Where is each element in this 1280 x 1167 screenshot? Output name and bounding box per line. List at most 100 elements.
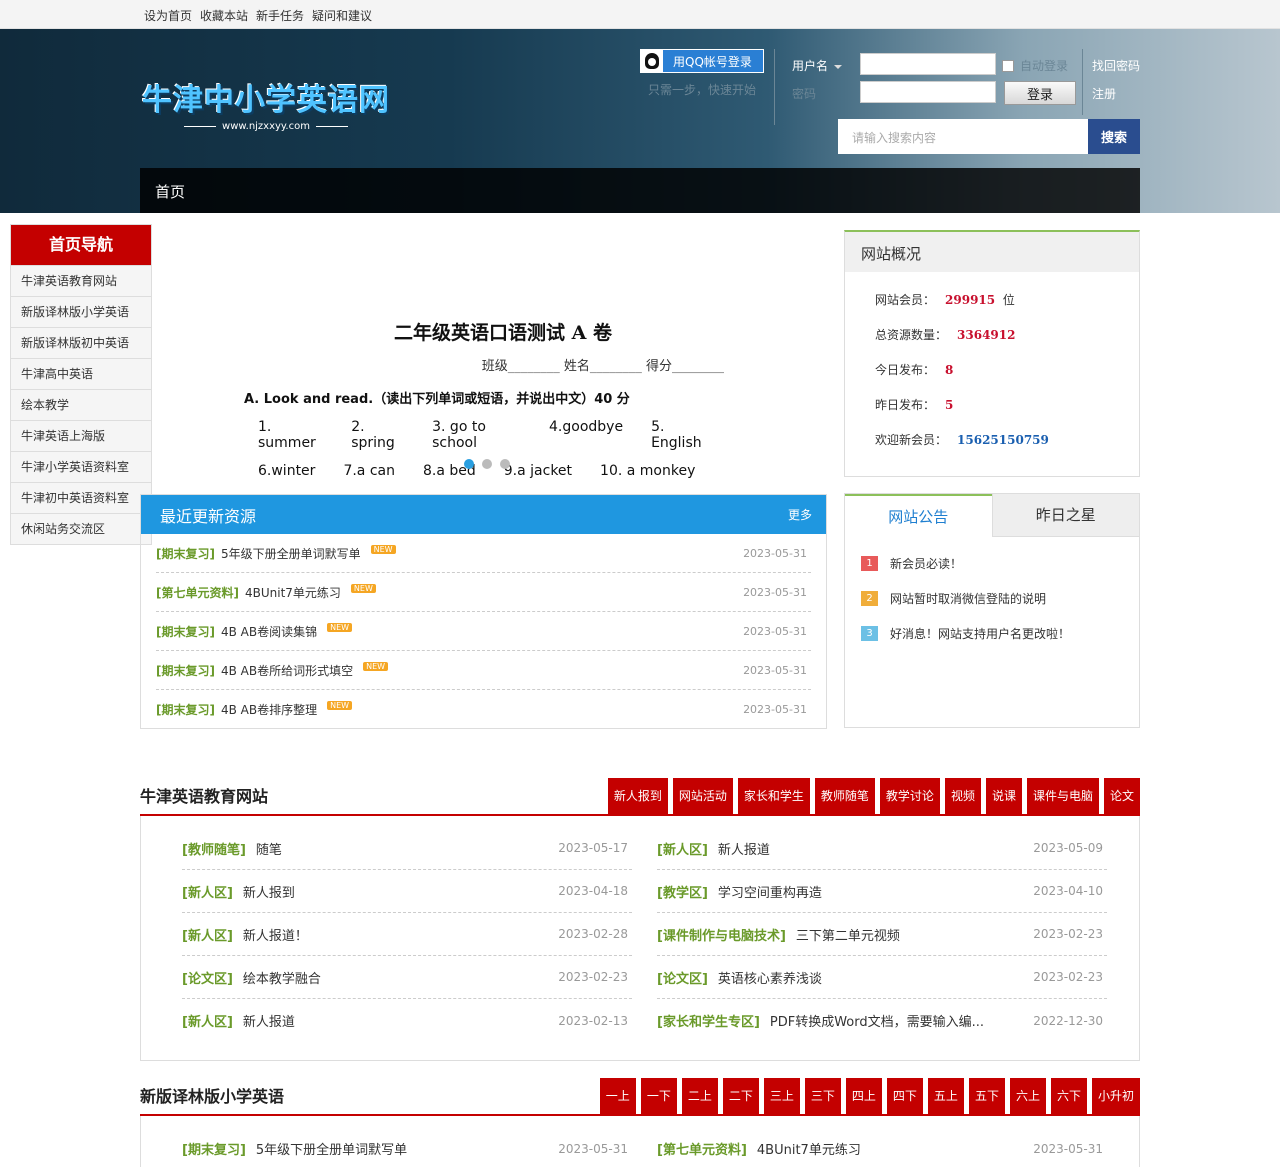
list-item[interactable]: [第七单元资料] 4BUnit7单元练习 2023-05-31 bbox=[657, 1127, 1107, 1167]
slider-dot[interactable] bbox=[482, 459, 492, 469]
section-tab[interactable]: 网站活动 bbox=[672, 778, 733, 814]
list-item[interactable]: [期末复习] 5年级下册全册单词默写单 2023-05-31 bbox=[182, 1127, 632, 1167]
list-item[interactable]: [教师随笔] 随笔 2023-05-17 bbox=[182, 827, 632, 870]
sidebar-item[interactable]: 休闲站务交流区 bbox=[11, 513, 151, 544]
section-tab[interactable]: 说课 bbox=[985, 778, 1022, 814]
set-homepage-link[interactable]: 设为首页 bbox=[144, 7, 192, 24]
site-logo[interactable]: 牛津中小学英语网 www.njzxxyy.com bbox=[142, 75, 390, 132]
section-tab[interactable]: 四上 bbox=[845, 1078, 882, 1114]
slider-dot[interactable] bbox=[464, 459, 474, 469]
divider bbox=[774, 49, 775, 125]
list-item[interactable]: [教学区] 学习空间重构再造 2023-04-10 bbox=[657, 870, 1107, 913]
stat-item: 欢迎新会员： 15625150759 bbox=[875, 433, 1049, 447]
section-tab[interactable]: 五上 bbox=[927, 1078, 964, 1114]
search-bar: 请输入搜索内容 搜索 bbox=[838, 119, 1140, 154]
sidebar-item[interactable]: 新版译林版初中英语 bbox=[11, 327, 151, 358]
section-tab[interactable]: 家长和学生 bbox=[737, 778, 810, 814]
section-tab[interactable]: 二下 bbox=[722, 1078, 759, 1114]
new-badge: NEW bbox=[327, 622, 353, 632]
sidebar-item[interactable]: 绘本教学 bbox=[11, 389, 151, 420]
slide-row: 1. summer 2. spring 3. go to school 4.goodb… bbox=[258, 419, 702, 451]
login-button[interactable]: 登录 bbox=[1004, 81, 1076, 105]
section-tab[interactable]: 论文 bbox=[1103, 778, 1140, 814]
stats-title: 网站概况 bbox=[845, 232, 1139, 272]
search-input[interactable]: 请输入搜索内容 bbox=[838, 119, 1088, 154]
stat-item: 网站会员： 299915 位 bbox=[875, 293, 1015, 307]
slide-fields: 班级________ 姓名________ 得分________ bbox=[481, 359, 724, 374]
section-tab[interactable]: 一下 bbox=[640, 1078, 677, 1114]
tab-notice[interactable]: 网站公告 bbox=[845, 494, 992, 537]
list-item[interactable]: [家长和学生专区] PDF转换成Word文档，需要输入编... 2022-12-30 bbox=[657, 999, 1107, 1042]
password-input[interactable] bbox=[860, 81, 996, 103]
list-item[interactable]: [第七单元资料] 4BUnit7单元练习 NEW 2023-05-31 bbox=[156, 573, 811, 612]
newest-member-link[interactable]: 15625150759 bbox=[957, 433, 1049, 447]
recent-title: 最近更新资源 bbox=[160, 506, 257, 526]
section-tab[interactable]: 一上 bbox=[599, 1078, 636, 1114]
section-tab[interactable]: 课件与电脑 bbox=[1026, 778, 1099, 814]
section-tab[interactable]: 六上 bbox=[1009, 1078, 1046, 1114]
auto-login-option[interactable]: 自动登录 bbox=[1002, 57, 1068, 74]
section-tab[interactable]: 三下 bbox=[804, 1078, 841, 1114]
site-stats-panel: 网站概况 网站会员： 299915 位 总资源数量： 3364912 今日发布： 8 … bbox=[844, 230, 1140, 477]
section-tab[interactable]: 五下 bbox=[968, 1078, 1005, 1114]
stat-item: 今日发布： 8 bbox=[875, 363, 954, 377]
qq-icon bbox=[641, 50, 663, 72]
sidebar-item[interactable]: 牛津高中英语 bbox=[11, 358, 151, 389]
list-item[interactable]: [新人区] 新人报到 2023-04-18 bbox=[182, 870, 632, 913]
sidebar-item[interactable]: 牛津英语教育网站 bbox=[11, 265, 151, 296]
list-item[interactable]: [论文区] 绘本教学融合 2023-02-23 bbox=[182, 956, 632, 999]
slider-dot[interactable] bbox=[500, 459, 510, 469]
bookmark-link[interactable]: 收藏本站 bbox=[200, 7, 248, 24]
list-item[interactable]: [期末复习] 4B AB卷排序整理 NEW 2023-05-31 bbox=[156, 690, 811, 729]
notice-item[interactable]: 3 好消息！网站支持用户名更改啦！ bbox=[845, 616, 1139, 651]
sidebar-item[interactable]: 牛津小学英语资料室 bbox=[11, 451, 151, 482]
register-link[interactable]: 注册 bbox=[1092, 85, 1116, 102]
notice-item[interactable]: 1 新会员必读！ bbox=[845, 546, 1139, 581]
username-input[interactable] bbox=[860, 53, 996, 75]
stat-item: 总资源数量： 3364912 bbox=[875, 328, 1016, 342]
sidebar-item[interactable]: 新版译林版小学英语 bbox=[11, 296, 151, 327]
section-tab[interactable]: 小升初 bbox=[1091, 1078, 1140, 1114]
section-tab[interactable]: 六下 bbox=[1050, 1078, 1087, 1114]
divider bbox=[1082, 49, 1083, 115]
list-item[interactable]: [期末复习] 5年级下册全册单词默写单 NEW 2023-05-31 bbox=[156, 534, 811, 573]
auto-login-checkbox[interactable] bbox=[1002, 59, 1014, 72]
list-item[interactable]: [期末复习] 4B AB卷所给词形式填空 NEW 2023-05-31 bbox=[156, 651, 811, 690]
username-type-select[interactable]: 用户名 bbox=[792, 57, 843, 74]
tab-yesterday-star[interactable]: 昨日之星 bbox=[991, 494, 1139, 537]
stat-item: 昨日发布： 5 bbox=[875, 398, 954, 412]
find-password-link[interactable]: 找回密码 bbox=[1092, 57, 1140, 74]
slider-dots bbox=[464, 459, 510, 469]
list-item[interactable]: [课件制作与电脑技术] 三下第二单元视频 2023-02-23 bbox=[657, 913, 1107, 956]
section-tab[interactable]: 四下 bbox=[886, 1078, 923, 1114]
logo-name: 牛津中小学英语网 bbox=[142, 83, 390, 118]
list-item[interactable]: [新人区] 新人报道！ 2023-02-28 bbox=[182, 913, 632, 956]
new-badge: NEW bbox=[363, 661, 389, 671]
newbie-task-link[interactable]: 新手任务 bbox=[256, 7, 304, 24]
section-tab[interactable]: 教学讨论 bbox=[879, 778, 940, 814]
search-button[interactable]: 搜索 bbox=[1088, 119, 1140, 154]
section-tab[interactable]: 教师随笔 bbox=[814, 778, 875, 814]
password-label: 密码 bbox=[792, 87, 817, 101]
home-nav-sidebar: 首页导航 牛津英语教育网站 新版译林版小学英语 新版译林版初中英语 牛津高中英语… bbox=[10, 224, 152, 545]
notice-item[interactable]: 2 网站暂时取消微信登陆的说明 bbox=[845, 581, 1139, 616]
sidebar-item[interactable]: 牛津英语上海版 bbox=[11, 420, 151, 451]
slide-title: 二年级英语口语测试 A 卷 bbox=[394, 322, 612, 344]
list-item[interactable]: [期末复习] 4B AB卷阅读集锦 NEW 2023-05-31 bbox=[156, 612, 811, 651]
sidebar-item[interactable]: 牛津初中英语资料室 bbox=[11, 482, 151, 513]
feedback-link[interactable]: 疑问和建议 bbox=[312, 7, 372, 24]
list-item[interactable]: [论文区] 英语核心素养浅谈 2023-02-23 bbox=[657, 956, 1107, 999]
nav-home[interactable]: 首页 bbox=[140, 168, 200, 215]
section-tab[interactable]: 新人报到 bbox=[607, 778, 668, 814]
recent-more-link[interactable]: 更多 bbox=[788, 506, 812, 523]
list-item[interactable]: [新人区] 新人报道 2023-02-13 bbox=[182, 999, 632, 1042]
list-item[interactable]: [新人区] 新人报道 2023-05-09 bbox=[657, 827, 1107, 870]
chevron-down-icon bbox=[834, 64, 843, 69]
banner-slider[interactable]: 二年级英语口语测试 A 卷 班级________ 姓名________ 得分__… bbox=[152, 232, 827, 494]
qq-login-button[interactable]: 用QQ帐号登录 bbox=[640, 49, 764, 73]
section-title: 新版译林版小学英语 bbox=[140, 1087, 285, 1106]
section-tab[interactable]: 二上 bbox=[681, 1078, 718, 1114]
topbar: 设为首页 收藏本站 新手任务 疑问和建议 bbox=[0, 0, 1280, 29]
section-tab[interactable]: 三上 bbox=[763, 1078, 800, 1114]
section-tab[interactable]: 视频 bbox=[944, 778, 981, 814]
